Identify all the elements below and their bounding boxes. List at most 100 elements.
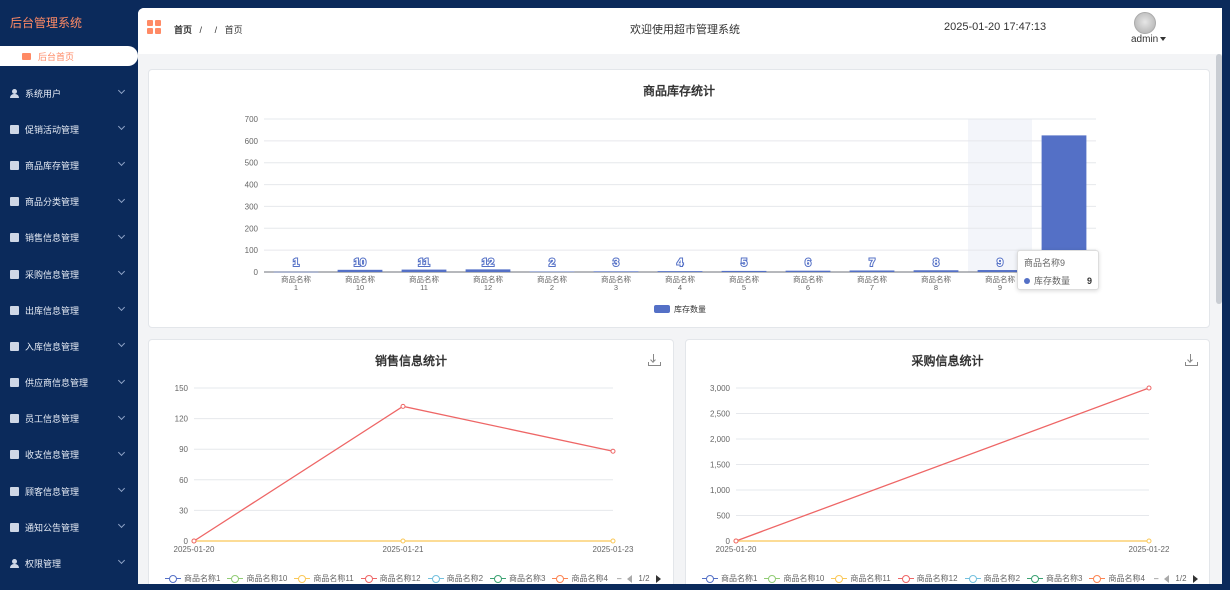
legend-item[interactable]: 商品名称1 [702,573,757,584]
legend-label: 库存数量 [674,304,706,314]
data-label: 10 [354,257,366,269]
series-dot-icon [1024,277,1030,284]
sidebar-item[interactable]: 权限管理 [0,545,138,581]
user-menu[interactable]: admin [1131,34,1167,45]
welcome-text: 欢迎使用超市管理系统 [630,24,740,36]
sidebar-item[interactable]: 通知公告管理 [0,509,138,545]
user-icon [10,88,19,98]
sidebar-item-home[interactable]: 后台首页 [0,46,138,66]
sidebar-item[interactable]: 商品库存管理 [0,147,138,183]
sidebar-item[interactable]: 入库信息管理 [0,328,138,364]
sidebar-item[interactable]: 销售信息管理 [0,220,138,256]
menu-toggle-icon[interactable] [147,20,161,34]
data-label: 4 [677,257,684,269]
legend-label: 商品名称4 [571,574,608,583]
list-icon [10,486,19,496]
legend-item[interactable]: 商品名称3 [1027,573,1082,584]
y-tick-label: 600 [245,137,259,146]
data-label: 8 [933,257,939,269]
bar [913,270,959,272]
y-tick-label: 500 [245,159,259,168]
scrollbar[interactable] [1216,54,1222,304]
legend-label: 商品名称10 [783,574,825,583]
bar [401,269,447,272]
legend-pager: – 1/2 [617,574,661,583]
chevron-down-icon [117,159,126,167]
y-tick-label: 1,500 [710,461,731,470]
chevron-down-icon [117,304,126,312]
data-point [1146,538,1152,544]
x-tick-label: 10 [356,283,364,292]
tooltip-title: 商品名称9 [1024,258,1066,268]
legend-item[interactable]: 商品名称11 [294,573,354,584]
legend-item[interactable]: 商品名称4 [1089,573,1145,584]
data-label: 7 [869,257,875,269]
breadcrumb-separator: / [199,25,203,35]
data-label: 5 [741,257,747,269]
sidebar-item-label: 系统用户 [25,88,62,99]
bar [721,270,767,272]
legend-item[interactable]: 商品名称3 [490,573,545,584]
page-prev-icon[interactable] [627,574,633,583]
legend-page-label: 1/2 [1175,574,1187,583]
bar [657,271,703,272]
sidebar-item[interactable]: 收支信息管理 [0,437,138,473]
sidebar-item[interactable]: 出库信息管理 [0,292,138,328]
sidebar-item[interactable]: 系统用户 [0,75,138,111]
data-point [191,538,197,544]
legend-item[interactable]: 商品名称12 [897,573,958,584]
sidebar-item[interactable]: 供应商信息管理 [0,365,138,401]
top-bar: 首页 / / 首页 欢迎使用超市管理系统 2025-01-20 17:47:13… [138,8,1222,54]
bar [849,270,895,272]
sidebar-item-label: 商品分类管理 [25,197,80,208]
legend-item[interactable]: 商品名称11 [831,573,891,584]
sidebar-item[interactable]: 顾客信息管理 [0,473,138,509]
legend-line-icon [227,574,244,583]
y-tick-label: 120 [175,415,189,424]
legend-item[interactable]: 商品名称10 [764,573,824,584]
y-tick-label: 200 [245,224,259,233]
sidebar-item[interactable]: 促销活动管理 [0,111,138,147]
legend-overflow-dash: – [616,574,622,583]
x-tick-label: 4 [678,283,682,292]
legend-item[interactable]: 商品名称10 [227,573,287,584]
x-tick-label: 2025-01-22 [1129,545,1170,554]
user-icon [10,559,19,569]
chevron-down-icon [117,376,126,384]
legend-item[interactable]: 商品名称12 [360,573,421,584]
chevron-down-icon [117,521,126,529]
page-next-icon[interactable] [1192,574,1198,583]
legend-item[interactable]: 商品名称1 [165,573,220,584]
legend-line-icon [702,574,718,583]
chart-legend: 商品名称1 商品名称10 商品名称11 商品名称12 商品名称2 商品名称3 商品名称4– 1… [702,573,1198,584]
data-label: 9 [997,257,1003,269]
sidebar-item-label: 销售信息管理 [25,233,80,244]
legend-line-icon [165,574,181,583]
y-tick-label: 90 [179,445,188,454]
page-prev-icon[interactable] [1164,574,1170,583]
legend-label: 商品名称2 [983,574,1021,583]
legend-page-label: 1/2 [638,574,650,583]
legend-label: 商品名称2 [446,574,484,583]
page-next-icon[interactable] [655,574,661,583]
legend-item[interactable]: 商品名称2 [964,573,1021,584]
breadcrumb-home[interactable]: 首页 [174,25,192,35]
legend-overflow-dash: – [1153,574,1159,583]
bar [465,269,511,272]
chevron-down-icon [117,123,126,131]
avatar[interactable] [1134,12,1156,34]
legend-item[interactable]: 商品名称2 [427,573,484,584]
legend-label: 商品名称11 [850,574,891,583]
breadcrumb: 首页 / / 首页 [174,23,243,36]
legend-item[interactable]: 商品名称4 [552,573,608,584]
list-icon [10,197,19,207]
sidebar-item[interactable]: 员工信息管理 [0,401,138,437]
sidebar-item-label: 采购信息管理 [25,269,80,280]
sidebar-item-label: 通知公告管理 [25,522,80,533]
x-tick-label: 6 [806,283,810,292]
data-point [400,403,406,409]
sidebar-item[interactable]: 采购信息管理 [0,256,138,292]
tooltip-label: 库存数量 [1034,276,1071,286]
list-icon [10,233,19,243]
sidebar-item[interactable]: 商品分类管理 [0,184,138,220]
